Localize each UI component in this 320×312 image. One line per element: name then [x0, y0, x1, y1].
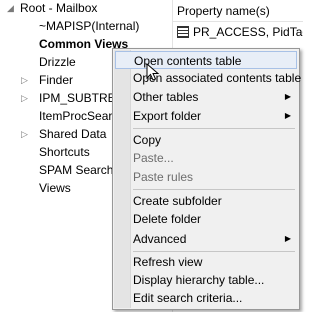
menu-item-label: Export folder: [133, 109, 202, 123]
menu-item-label: Display hierarchy table...: [133, 273, 265, 287]
menu-item-paste-rules: Paste rules: [115, 168, 297, 186]
menu-item-edit-search-criteria[interactable]: Edit search criteria...: [115, 289, 297, 307]
menu-item-label: Copy: [133, 133, 162, 147]
tree-item-label: Drizzle: [39, 55, 76, 69]
menu-item-label: Refresh view: [133, 255, 203, 269]
menu-item-other-tables[interactable]: Other tables ▶: [115, 88, 297, 106]
menu-item-label: Delete folder: [133, 212, 202, 226]
menu-item-label: Paste...: [133, 151, 174, 165]
menu-item-label: Edit search criteria...: [133, 291, 243, 305]
column-header-property-names[interactable]: Property name(s): [173, 0, 303, 22]
grid-icon: [177, 26, 189, 38]
property-name: PR_ACCESS, PidTagAccess: [193, 25, 303, 39]
tree-item-label: Finder: [39, 73, 74, 87]
tree-item-label: Shortcuts: [39, 145, 90, 159]
menu-separator: [133, 189, 295, 190]
menu-item-label: Paste rules: [133, 170, 194, 184]
menu-item-copy[interactable]: Copy: [115, 131, 297, 149]
mouse-pointer-icon: [146, 63, 160, 81]
menu-item-label: Create subfolder: [133, 194, 222, 208]
expand-icon[interactable]: ▷: [20, 89, 29, 107]
menu-item-refresh-view[interactable]: Refresh view: [115, 253, 297, 271]
menu-item-delete-folder[interactable]: Delete folder: [115, 210, 297, 228]
tree-item-label: SPAM Search: [39, 163, 114, 177]
expand-icon[interactable]: ▷: [20, 125, 29, 143]
menu-item-label: Other tables: [133, 90, 199, 104]
tree-item-label: Views: [39, 181, 71, 195]
column-header-label: Property name(s): [177, 4, 270, 18]
tree-item-label: ~MAPISP(Internal): [39, 19, 140, 33]
submenu-arrow-icon: ▶: [284, 92, 291, 101]
menu-item-export-folder[interactable]: Export folder ▶: [115, 107, 297, 125]
menu-item-create-subfolder[interactable]: Create subfolder: [115, 192, 297, 210]
collapse-icon[interactable]: ◢: [6, 0, 15, 17]
property-row[interactable]: PR_ACCESS, PidTagAccess: [173, 23, 303, 41]
submenu-arrow-icon: ▶: [284, 234, 291, 243]
menu-separator: [133, 251, 295, 252]
submenu-arrow-icon: ▶: [284, 111, 291, 120]
tree-item-label: Root - Mailbox: [20, 1, 98, 15]
context-menu: Open contents table Open associated cont…: [112, 48, 301, 310]
menu-item-paste: Paste...: [115, 149, 297, 167]
menu-item-advanced[interactable]: Advanced ▶: [115, 230, 297, 248]
tree-item-label: IPM_SUBTREE: [39, 91, 124, 105]
menu-separator: [133, 128, 295, 129]
menu-item-label: Advanced: [133, 232, 187, 246]
tree-item-label: Shared Data: [39, 127, 107, 141]
menu-item-open-associated-contents-table[interactable]: Open associated contents table: [115, 69, 301, 87]
expand-icon[interactable]: ▷: [20, 71, 29, 89]
menu-item-open-contents-table[interactable]: Open contents table: [115, 51, 297, 69]
menu-item-display-hierarchy-table[interactable]: Display hierarchy table...: [115, 271, 297, 289]
